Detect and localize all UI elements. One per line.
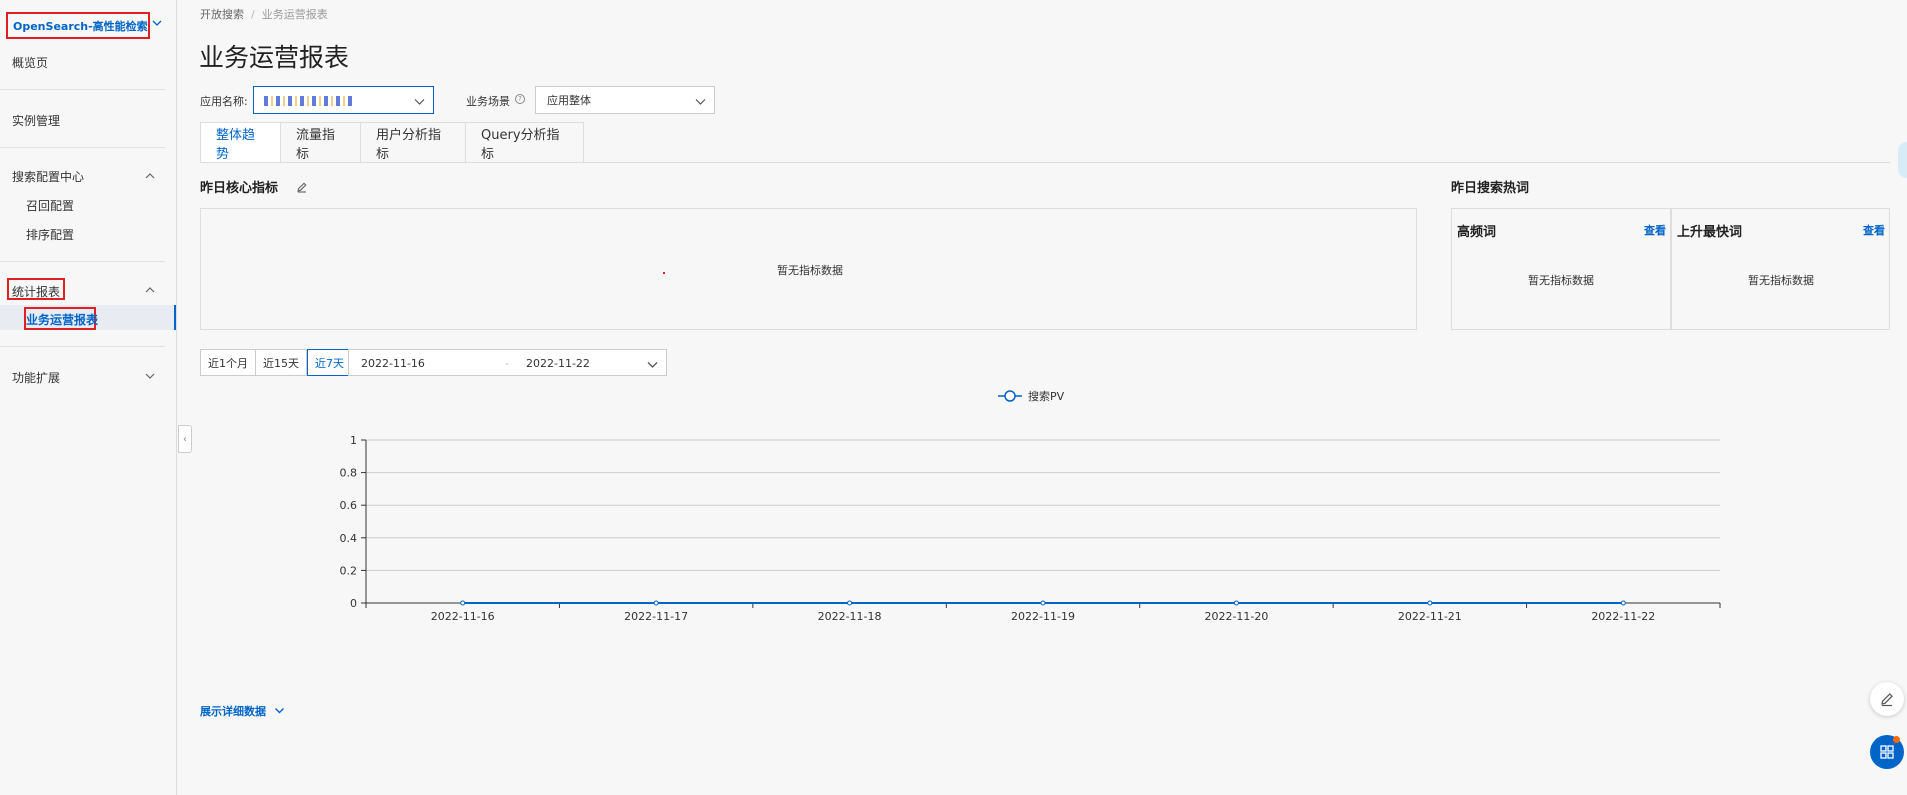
data-point bbox=[1620, 600, 1626, 606]
chevron-left-icon: ‹ bbox=[183, 433, 187, 445]
chevron-down-icon[interactable] bbox=[274, 705, 285, 716]
tab-query-analysis[interactable]: Query分析指标 bbox=[466, 122, 584, 163]
range-7-days[interactable]: 近7天 bbox=[307, 349, 352, 376]
sidebar-item-sort-config[interactable]: 排序配置 bbox=[26, 226, 74, 243]
date-end[interactable]: 2022-11-22 bbox=[526, 357, 590, 370]
x-tick-label: 2022-11-20 bbox=[1204, 610, 1268, 623]
high-freq-title: 高频词 bbox=[1457, 225, 1497, 240]
side-panel-tab[interactable] bbox=[1898, 142, 1907, 178]
expand-details-link[interactable]: 展示详细数据 bbox=[200, 703, 266, 719]
data-point bbox=[847, 600, 853, 606]
tabs-divider bbox=[200, 162, 1890, 163]
core-metrics-title: 昨日核心指标 bbox=[200, 181, 279, 196]
y-tick-label: 0 bbox=[350, 597, 357, 610]
pencil-icon bbox=[1881, 693, 1893, 707]
rising-panel: 上升最快词 查看 暂无指标数据 bbox=[1671, 208, 1890, 330]
x-tick-label: 2022-11-21 bbox=[1398, 610, 1462, 623]
scene-select[interactable]: 应用整体 bbox=[535, 86, 715, 114]
breadcrumb-separator: / bbox=[251, 8, 255, 21]
empty-state: 暂无指标数据 bbox=[1528, 274, 1594, 287]
high-freq-view-link[interactable]: 查看 bbox=[1644, 222, 1666, 238]
y-tick-label: 0.8 bbox=[340, 467, 358, 480]
chevron-down-icon[interactable] bbox=[151, 17, 163, 29]
rising-title: 上升最快词 bbox=[1677, 225, 1743, 240]
x-tick-label: 2022-11-18 bbox=[818, 610, 882, 623]
empty-state: 暂无指标数据 bbox=[1748, 274, 1814, 287]
data-point bbox=[1233, 600, 1239, 606]
sidebar-item-overview[interactable]: 概览页 bbox=[12, 54, 48, 71]
marker-dot bbox=[663, 272, 665, 274]
sidebar-item-recall-config[interactable]: 召回配置 bbox=[26, 197, 74, 214]
scene-value: 应用整体 bbox=[547, 94, 591, 107]
x-tick-label: 2022-11-19 bbox=[1011, 610, 1075, 623]
y-tick-label: 1 bbox=[350, 434, 357, 447]
core-metrics-panel: 暂无指标数据 bbox=[200, 208, 1417, 330]
help-icon[interactable]: ? bbox=[515, 94, 525, 104]
empty-state: 暂无指标数据 bbox=[777, 264, 843, 277]
chevron-up-icon[interactable] bbox=[144, 284, 156, 296]
legend-label: 搜索PV bbox=[1028, 389, 1065, 403]
tab-overall-trend[interactable]: 整体趋势 bbox=[200, 122, 281, 163]
grid-icon bbox=[1880, 745, 1894, 759]
sidebar-item-business-report[interactable]: 业务运营报表 bbox=[26, 311, 98, 328]
sidebar-divider bbox=[0, 89, 165, 90]
breadcrumb-current: 业务运营报表 bbox=[261, 8, 328, 21]
date-start[interactable]: 2022-11-16 bbox=[361, 357, 425, 370]
data-point bbox=[1427, 600, 1433, 606]
chevron-down-icon bbox=[695, 99, 706, 105]
hot-words-title: 昨日搜索热词 bbox=[1451, 181, 1530, 196]
sidebar-divider bbox=[0, 147, 165, 148]
sidebar-group-extensions[interactable]: 功能扩展 bbox=[12, 369, 60, 386]
tab-traffic[interactable]: 流量指标 bbox=[281, 122, 361, 163]
app-name-label: 应用名称: bbox=[200, 95, 248, 108]
y-tick-label: 0.6 bbox=[340, 499, 358, 512]
y-tick-label: 0.4 bbox=[340, 532, 358, 545]
sidebar-item-instances[interactable]: 实例管理 bbox=[12, 112, 60, 129]
chevron-down-icon bbox=[647, 362, 658, 368]
sidebar: OpenSearch-高性能检索版 概览页 实例管理 搜索配置中心 召回配置 排… bbox=[0, 0, 177, 795]
x-tick-label: 2022-11-22 bbox=[1591, 610, 1655, 623]
app-name-select[interactable] bbox=[253, 86, 434, 114]
sidebar-collapse-button[interactable]: ‹ bbox=[178, 425, 192, 453]
range-1-month[interactable]: 近1个月 bbox=[200, 349, 256, 376]
data-point bbox=[460, 600, 466, 606]
x-tick-label: 2022-11-17 bbox=[624, 610, 688, 623]
rising-view-link[interactable]: 查看 bbox=[1863, 222, 1885, 238]
feedback-button[interactable] bbox=[1870, 682, 1904, 716]
y-tick-label: 0.2 bbox=[340, 564, 358, 577]
page-title: 业务运营报表 bbox=[199, 43, 350, 72]
breadcrumb-root[interactable]: 开放搜索 bbox=[200, 8, 244, 21]
report-tabs: 整体趋势 流量指标 用户分析指标 Query分析指标 bbox=[200, 122, 584, 163]
sidebar-group-search-config[interactable]: 搜索配置中心 bbox=[12, 168, 84, 185]
product-name: OpenSearch-高性能检索版 bbox=[13, 19, 150, 33]
sidebar-group-statistics[interactable]: 统计报表 bbox=[12, 283, 60, 300]
sidebar-divider bbox=[0, 346, 165, 347]
tab-user-analysis[interactable]: 用户分析指标 bbox=[361, 122, 466, 163]
quick-range-group: 近1个月 近15天 近7天 bbox=[200, 349, 352, 376]
chevron-down-icon bbox=[414, 99, 425, 105]
range-15-days[interactable]: 近15天 bbox=[256, 349, 307, 376]
date-separator: - bbox=[505, 357, 509, 370]
date-range-picker[interactable]: 2022-11-16 - 2022-11-22 bbox=[348, 349, 667, 376]
product-switcher[interactable]: OpenSearch-高性能检索版 bbox=[6, 12, 150, 39]
chevron-up-icon[interactable] bbox=[144, 170, 156, 182]
high-freq-panel: 高频词 查看 暂无指标数据 bbox=[1451, 208, 1671, 330]
chevron-down-icon[interactable] bbox=[144, 370, 156, 382]
sidebar-divider bbox=[0, 261, 165, 262]
x-tick-label: 2022-11-16 bbox=[431, 610, 495, 623]
edit-icon[interactable] bbox=[296, 181, 308, 193]
notification-dot bbox=[1893, 736, 1900, 743]
data-point bbox=[1040, 600, 1046, 606]
breadcrumb: 开放搜索 / 业务运营报表 bbox=[200, 6, 328, 22]
scene-label: 业务场景 bbox=[466, 95, 510, 108]
legend-marker bbox=[1004, 390, 1016, 402]
search-pv-chart: 搜索PV 0 0.2 0.4 0.6 0.8 1 2022-11-16 2022-11-17 20… bbox=[340, 389, 1721, 623]
masked-app-name bbox=[264, 96, 352, 106]
data-point bbox=[653, 600, 659, 606]
